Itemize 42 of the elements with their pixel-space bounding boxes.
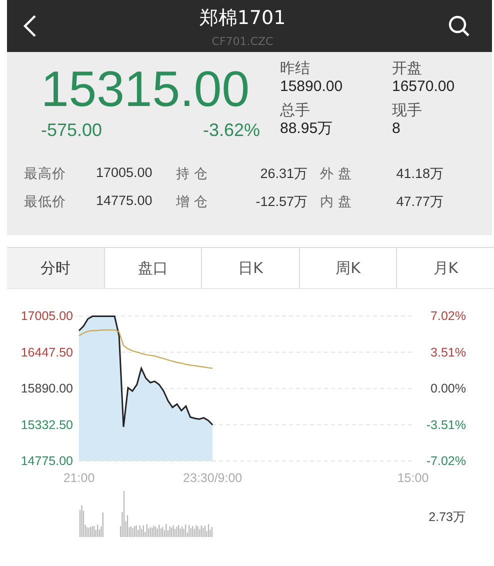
stat-label: 昨结 xyxy=(280,60,311,78)
detail-label: 外 盘 xyxy=(319,165,353,183)
stat-label: 总手 xyxy=(280,102,311,120)
instrument-title: 郑棉1701 xyxy=(199,6,286,30)
price-axis-label: 17005.00 xyxy=(20,309,73,323)
price-axis-label: 14775.00 xyxy=(20,454,73,468)
chart-tab[interactable]: 分时 xyxy=(7,248,105,288)
percent-axis-label: -7.02% xyxy=(426,454,466,468)
detail-value: 26.31万 xyxy=(259,165,308,183)
percent-axis-label: 3.51% xyxy=(430,345,466,360)
percent-change: -3.62% xyxy=(202,120,260,141)
time-axis-label: 15:00 xyxy=(397,471,429,485)
detail-label: 增 仓 xyxy=(176,193,209,211)
time-axis-label: 23:30/9:00 xyxy=(183,471,242,485)
detail-label: 内 盘 xyxy=(319,193,353,211)
price-axis-label: 15890.00 xyxy=(20,382,73,396)
detail-value: 14775.00 xyxy=(96,193,154,210)
stat-label: 开盘 xyxy=(392,60,423,78)
volume-max-label: 2.73万 xyxy=(428,510,466,524)
last-price: 15315.00 xyxy=(41,60,251,118)
time-axis-label: 21:00 xyxy=(63,471,95,485)
percent-axis-label: -3.51% xyxy=(426,418,466,432)
stat-value: 15890.00 xyxy=(280,78,344,96)
price-change: -575.00 xyxy=(41,120,102,141)
instrument-code: CF701.CZC xyxy=(212,34,274,48)
search-icon[interactable] xyxy=(448,15,470,37)
price-axis-label: 16447.50 xyxy=(20,345,73,360)
stat-label: 现手 xyxy=(392,102,423,120)
percent-axis-label: 7.02% xyxy=(430,309,466,323)
detail-label: 持 仓 xyxy=(176,165,209,183)
stat-value: 8 xyxy=(392,120,402,138)
detail-value: -12.57万 xyxy=(254,193,308,211)
stat-value: 88.95万 xyxy=(280,120,334,138)
price-axis-label: 15332.50 xyxy=(20,418,73,432)
detail-label: 最高价 xyxy=(24,165,67,183)
detail-value: 47.77万 xyxy=(395,193,444,211)
detail-label: 最低价 xyxy=(24,193,67,211)
percent-axis-label: 0.00% xyxy=(430,382,466,396)
back-icon[interactable] xyxy=(23,14,37,38)
detail-value: 41.18万 xyxy=(395,165,444,183)
detail-value: 17005.00 xyxy=(96,165,154,182)
stat-value: 16570.00 xyxy=(392,78,456,96)
